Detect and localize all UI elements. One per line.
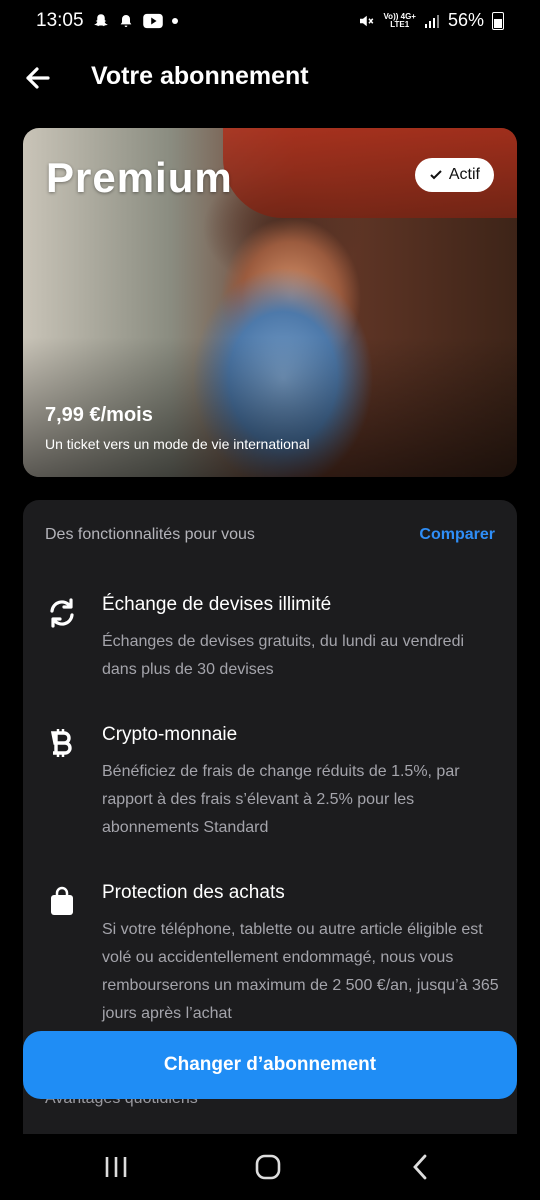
plan-name: Premium — [46, 154, 233, 201]
check-icon — [430, 170, 442, 180]
mute-icon — [360, 15, 374, 26]
battery-percent: 56% — [447, 10, 484, 30]
chevron-left-icon — [413, 1154, 427, 1180]
bitcoin-icon — [45, 726, 79, 760]
plan-price: 7,99 €/mois — [45, 404, 153, 426]
feature-description: Si votre téléphone, tablette ou autre ar… — [102, 921, 499, 1022]
feature-title: Échange de devises illimité — [102, 594, 332, 615]
plan-tagline: Un ticket vers un mode de vie internatio… — [45, 436, 310, 452]
active-badge: Actif — [414, 158, 494, 192]
status-time: 13:05 — [36, 10, 84, 31]
more-notifications-dot-icon — [172, 18, 178, 24]
back-button[interactable] — [20, 58, 60, 98]
signal-icon — [424, 14, 439, 28]
feature-description: Échanges de devises gratuits, du lundi a… — [102, 633, 465, 678]
bell-icon — [120, 15, 132, 27]
feature-description: Bénéficiez de frais de change réduits de… — [102, 763, 460, 836]
recent-apps-button[interactable] — [96, 1150, 136, 1184]
battery-icon — [492, 11, 504, 30]
home-icon — [255, 1154, 281, 1180]
exchange-icon — [45, 596, 79, 630]
feature-title: Crypto-monnaie — [102, 724, 238, 745]
change-subscription-button[interactable]: Changer d’abonnement — [23, 1031, 517, 1099]
recent-apps-icon — [105, 1157, 127, 1177]
plan-card[interactable]: Premium Actif 7,99 €/mois Un ticket vers… — [23, 128, 517, 477]
feature-title: Protection des achats — [102, 882, 285, 903]
page-title: Votre abonnement — [91, 62, 309, 90]
shopping-bag-icon — [45, 884, 79, 918]
network-indicator: Vo)) 4G+ LTE1 — [383, 11, 416, 29]
compare-link[interactable]: Comparer — [419, 526, 495, 544]
youtube-icon — [143, 13, 163, 29]
home-button[interactable] — [248, 1150, 288, 1184]
arrow-left-icon — [26, 67, 50, 89]
status-bar: 13:05 Vo)) 4G+ LTE1 56% — [0, 0, 540, 44]
app-header: Votre abonnement — [0, 52, 540, 104]
system-nav-bar — [0, 1134, 540, 1200]
features-heading: Des fonctionnalités pour vous — [45, 526, 255, 543]
back-nav-button[interactable] — [400, 1150, 440, 1184]
snapchat-icon — [94, 14, 108, 27]
